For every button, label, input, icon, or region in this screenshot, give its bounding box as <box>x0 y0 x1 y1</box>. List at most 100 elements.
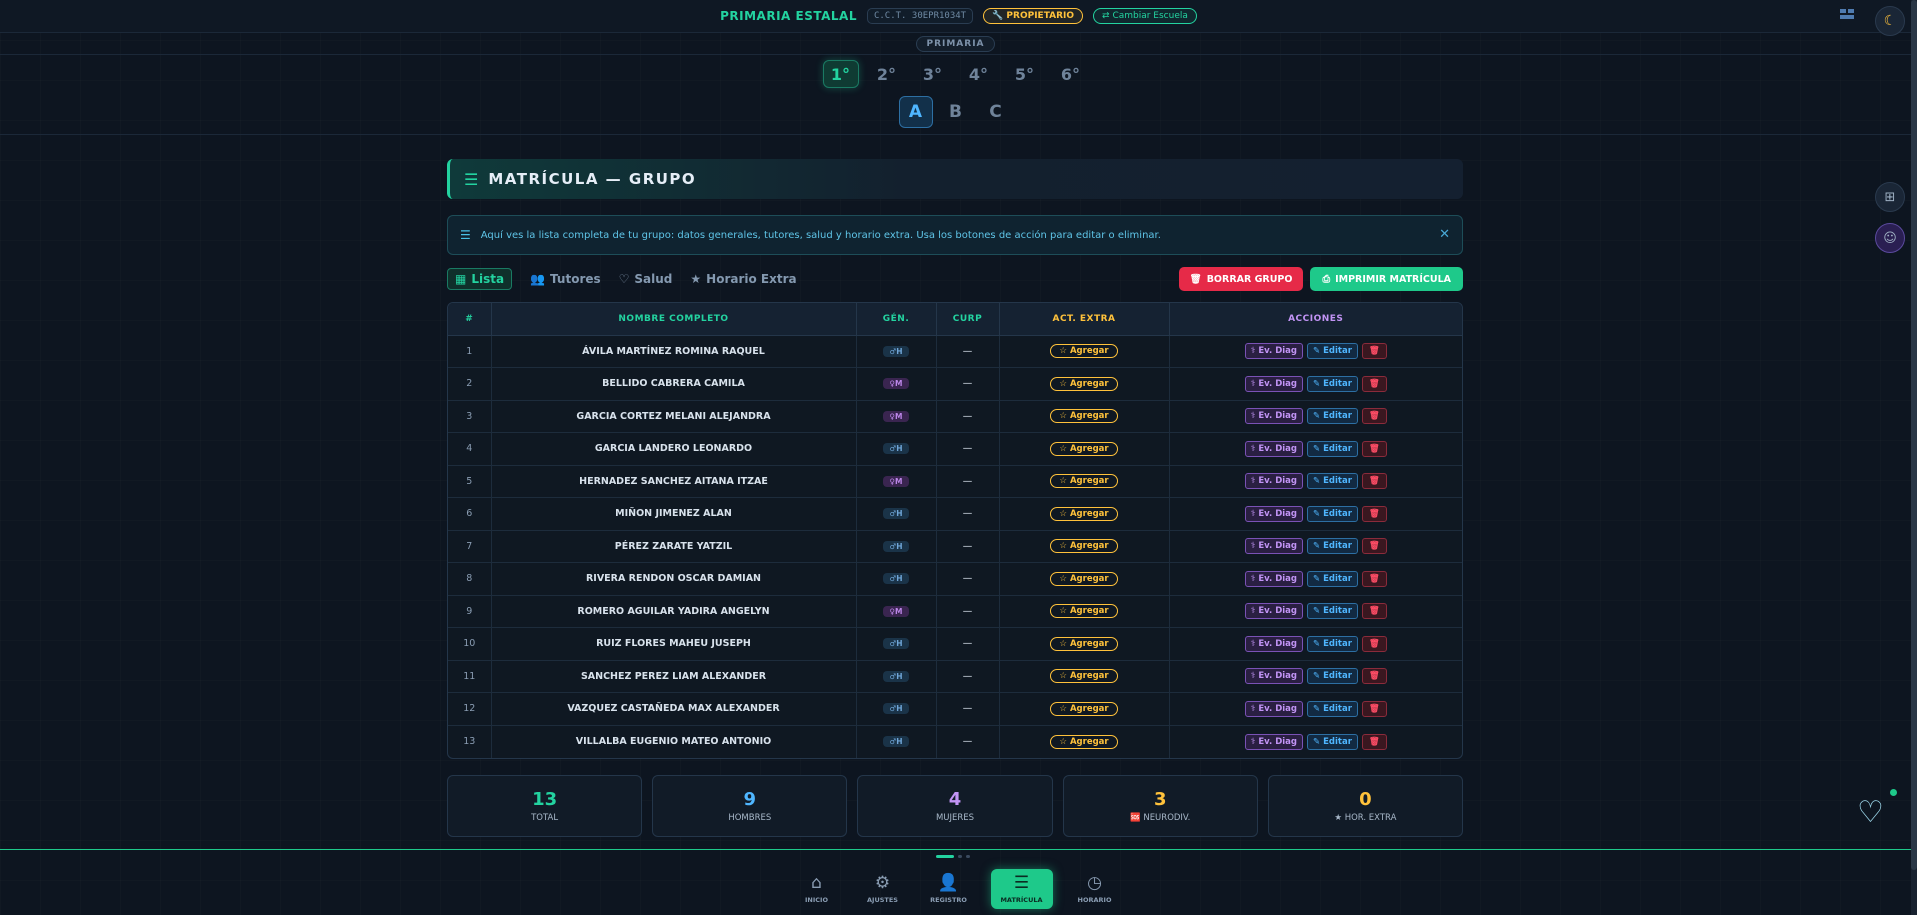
apps-grid-button[interactable]: ⊞ <box>1875 182 1905 212</box>
student-name: VAZQUEZ CASTAÑEDA MAX ALEXANDER <box>491 692 857 726</box>
edit-button[interactable]: ✎ Editar <box>1307 733 1358 750</box>
delete-button[interactable]: 🗑 <box>1361 538 1387 555</box>
delete-button[interactable]: 🗑 <box>1361 603 1387 620</box>
nav-matricula[interactable]: ☰ MATRÍCULA <box>990 868 1053 909</box>
edit-button[interactable]: ✎ Editar <box>1307 668 1358 685</box>
diagnostic-eval-button[interactable]: ⚕ Ev. Diag <box>1244 440 1303 457</box>
add-activity-button[interactable]: ☆ Agregar <box>1050 344 1118 359</box>
edit-button[interactable]: ✎ Editar <box>1307 473 1358 490</box>
change-school-button[interactable]: ⇄ Cambiar Escuela <box>1093 8 1197 24</box>
edit-button[interactable]: ✎ Editar <box>1307 538 1358 555</box>
edit-button[interactable]: ✎ Editar <box>1307 505 1358 522</box>
grade-3-button[interactable]: 3° <box>915 60 951 88</box>
nav-registro[interactable]: 👤 REGISTRO <box>925 873 973 904</box>
delete-button[interactable]: 🗑 <box>1361 505 1387 522</box>
add-activity-button[interactable]: ☆ Agregar <box>1050 636 1118 651</box>
grade-2-button[interactable]: 2° <box>869 60 905 88</box>
delete-group-button[interactable]: 🗑 BORRAR GRUPO <box>1178 267 1304 291</box>
table-row: 11 SANCHEZ PEREZ LIAM ALEXANDER ♂H — ☆ Agreg… <box>448 660 1462 693</box>
delete-button[interactable]: 🗑 <box>1361 733 1387 750</box>
diagnostic-eval-button[interactable]: ⚕ Ev. Diag <box>1244 603 1303 620</box>
tab-salud[interactable]: ♡ Salud <box>619 272 673 286</box>
tab-horario-extra[interactable]: ★ Horario Extra <box>690 272 796 286</box>
assistant-button[interactable]: ☺ <box>1875 223 1905 253</box>
trash-icon: 🗑 <box>1368 638 1380 649</box>
table-row: 6 MIÑON JIMENEZ ALAN ♂H — ☆ Agregar ⚕ Ev. Dia… <box>448 497 1462 531</box>
add-activity-button[interactable]: ☆ Agregar <box>1050 571 1118 586</box>
delete-button[interactable]: 🗑 <box>1361 343 1387 360</box>
grade-6-button[interactable]: 6° <box>1053 60 1089 88</box>
stat-label: ★ HOR. EXTRA <box>1334 812 1397 823</box>
heart-logo-icon[interactable]: ♡ <box>1857 795 1893 831</box>
add-activity-button[interactable]: ☆ Agregar <box>1050 441 1118 456</box>
diagnostic-eval-button[interactable]: ⚕ Ev. Diag <box>1244 375 1303 392</box>
add-activity-button[interactable]: ☆ Agregar <box>1050 701 1118 716</box>
tab-lista[interactable]: ▦ Lista <box>447 268 513 290</box>
theme-toggle-button[interactable]: ☾ <box>1875 6 1905 36</box>
delete-button[interactable]: 🗑 <box>1361 635 1387 652</box>
delete-button[interactable]: 🗑 <box>1361 700 1387 717</box>
grade-1-button[interactable]: 1° <box>822 60 859 88</box>
diagnostic-eval-button[interactable]: ⚕ Ev. Diag <box>1244 635 1303 652</box>
add-activity-button[interactable]: ☆ Agregar <box>1050 474 1118 489</box>
diagnostic-eval-button[interactable]: ⚕ Ev. Diag <box>1244 473 1303 490</box>
group-a-button[interactable]: A <box>898 96 933 128</box>
add-activity-button[interactable]: ☆ Agregar <box>1050 539 1118 554</box>
stat-value: 3 <box>1153 788 1167 810</box>
print-enrollment-button[interactable]: ⎙ IMPRIMIR MATRÍCULA <box>1310 267 1463 291</box>
actions-cell: ⚕ Ev. Diag ✎ Editar 🗑 <box>1169 725 1462 758</box>
actions-cell: ⚕ Ev. Diag ✎ Editar 🗑 <box>1169 465 1462 498</box>
edit-button[interactable]: ✎ Editar <box>1307 700 1358 717</box>
student-name: GARCIA CORTEZ MELANI ALEJANDRA <box>491 400 857 433</box>
nav-horario[interactable]: ◷ HORARIO <box>1071 873 1119 904</box>
diagnostic-eval-button[interactable]: ⚕ Ev. Diag <box>1244 700 1303 717</box>
close-icon[interactable]: ✕ <box>1439 227 1450 242</box>
page-dot[interactable] <box>936 855 954 858</box>
add-activity-button[interactable]: ☆ Agregar <box>1050 506 1118 521</box>
table-row: 1 ÁVILA MARTÍNEZ ROMINA RAQUEL ♂H — ☆ Agrega… <box>448 335 1462 368</box>
edit-button[interactable]: ✎ Editar <box>1307 440 1358 457</box>
nav-ajustes[interactable]: ⚙ AJUSTES <box>859 873 907 904</box>
edit-button[interactable]: ✎ Editar <box>1307 375 1358 392</box>
group-b-button[interactable]: B <box>939 96 973 128</box>
student-name: ÁVILA MARTÍNEZ ROMINA RAQUEL <box>491 335 857 368</box>
gender-cell: ♂H <box>856 660 937 693</box>
scrollbar-thumb[interactable] <box>1911 0 1917 870</box>
add-activity-button[interactable]: ☆ Agregar <box>1050 669 1118 684</box>
group-c-button[interactable]: C <box>979 96 1013 128</box>
edit-button[interactable]: ✎ Editar <box>1307 570 1358 587</box>
add-activity-button[interactable]: ☆ Agregar <box>1050 376 1118 391</box>
diagnostic-eval-button[interactable]: ⚕ Ev. Diag <box>1244 408 1303 425</box>
nav-inicio[interactable]: ⌂ INICIO <box>793 873 841 904</box>
delete-button[interactable]: 🗑 <box>1361 375 1387 392</box>
diagnostic-eval-button[interactable]: ⚕ Ev. Diag <box>1244 538 1303 555</box>
edit-button[interactable]: ✎ Editar <box>1307 603 1358 620</box>
page-dot[interactable] <box>966 855 970 858</box>
add-activity-button[interactable]: ☆ Agregar <box>1050 604 1118 619</box>
add-activity-button[interactable]: ☆ Agregar <box>1050 409 1118 424</box>
delete-button[interactable]: 🗑 <box>1361 408 1387 425</box>
delete-button[interactable]: 🗑 <box>1361 473 1387 490</box>
extra-activity-cell: ☆ Agregar <box>999 627 1170 661</box>
add-user-icon: 👤 <box>937 873 960 893</box>
diagnostic-eval-button[interactable]: ⚕ Ev. Diag <box>1244 733 1303 750</box>
diagnostic-eval-button[interactable]: ⚕ Ev. Diag <box>1244 505 1303 522</box>
edit-button[interactable]: ✎ Editar <box>1307 408 1358 425</box>
add-activity-button[interactable]: ☆ Agregar <box>1050 734 1118 749</box>
grade-5-button[interactable]: 5° <box>1007 60 1043 88</box>
diagnostic-eval-button[interactable]: ⚕ Ev. Diag <box>1244 343 1303 360</box>
delete-button[interactable]: 🗑 <box>1361 440 1387 457</box>
tab-tutores[interactable]: 👥 Tutores <box>530 272 601 286</box>
stat-label: 🆘 NEURODIV. <box>1130 812 1191 823</box>
layout-icon[interactable] <box>1839 7 1857 25</box>
diagnostic-eval-button[interactable]: ⚕ Ev. Diag <box>1244 570 1303 587</box>
delete-button[interactable]: 🗑 <box>1361 570 1387 587</box>
delete-button[interactable]: 🗑 <box>1361 668 1387 685</box>
edit-button[interactable]: ✎ Editar <box>1307 635 1358 652</box>
stat-label: HOMBRES <box>728 812 772 823</box>
grade-4-button[interactable]: 4° <box>961 60 997 88</box>
edit-button[interactable]: ✎ Editar <box>1307 343 1358 360</box>
diagnostic-eval-button[interactable]: ⚕ Ev. Diag <box>1244 668 1303 685</box>
scrollbar[interactable] <box>1911 0 1917 915</box>
page-dot[interactable] <box>958 855 962 858</box>
